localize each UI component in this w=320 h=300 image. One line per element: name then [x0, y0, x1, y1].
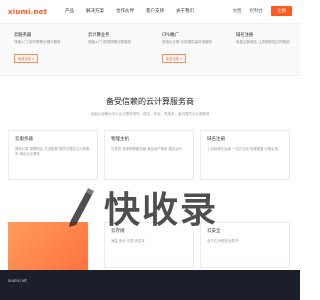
nav-item-partners[interactable]: 合作伙伴 — [116, 8, 134, 14]
nav-item-about[interactable]: 关于我们 — [176, 8, 194, 14]
site-logo[interactable]: xiumi.net — [8, 8, 47, 16]
doc-link[interactable]: 文档 — [233, 8, 242, 14]
register-button[interactable]: 注册 — [271, 6, 292, 16]
product-title: 云服务器 — [15, 137, 33, 142]
section-title: 备受信赖的云计算服务商 — [106, 97, 194, 106]
section-subtitle: 全面云战略为中小企业提供领先、稳定、安全、低成本、高可靠的云计算服务 — [90, 112, 210, 116]
product-title: 域名注册 — [207, 137, 225, 142]
product-desc: 弹性计算 按需购买 灵活配置 提供可靠的云计算服务 满足企业需求 — [15, 147, 90, 156]
feature-desc: 免费注册域名 让您拥有独立的网站 — [236, 40, 290, 44]
product-title: 物理主机 — [111, 137, 129, 142]
feature-more-button[interactable]: 免费试用 > — [162, 53, 187, 63]
feature-card[interactable]: CPU推广 采用云计算 为您提供高可用服务 免费试用 > — [162, 32, 218, 64]
feature-card[interactable]: 云计算业务 快速入门 提供按需分配服务 — [88, 32, 144, 45]
nav-item-solutions[interactable]: 解决方案 — [86, 8, 104, 14]
product-desc: 可靠的 独享物理服务器 满足用户需求 稳定运行 — [111, 147, 183, 151]
nav-item-support[interactable]: 客户支持 — [146, 8, 164, 14]
header-actions: 文档 控制台 注册 — [233, 6, 292, 16]
feature-desc: 快速入门 即可享受价格与服务 — [14, 40, 61, 44]
product-desc: 全方位 网络安全防护 — [207, 239, 239, 243]
product-card[interactable]: 物理主机 可靠的 独享物理服务器 满足用户需求 稳定运行 — [104, 130, 194, 180]
console-link[interactable]: 控制台 — [250, 8, 264, 14]
watermark: 快收录 — [64, 182, 264, 232]
feature-desc: 快速入门 提供按需分配服务 — [88, 40, 132, 44]
feature-title: CPU推广 — [162, 33, 180, 38]
product-desc: 上百种域名后缀 一站式注册 快速便捷 价格实惠 — [207, 147, 279, 151]
nav-item-products[interactable]: 产品 — [65, 8, 74, 14]
top-header: xiumi.net 产品 解决方案 合作伙伴 客户支持 关于我们 文档 控制台 … — [0, 0, 300, 24]
footer-label: xiumi.net — [8, 278, 27, 283]
product-desc: 海量 安全 可靠 低成本 — [111, 239, 145, 243]
feature-strip: 云服务器 快速入门 即可享受价格与服务 免费试用 > 云计算业务 快速入门 提供… — [0, 24, 300, 76]
feature-title: 域名注册 — [236, 33, 254, 38]
feature-card[interactable]: 云服务器 快速入门 即可享受价格与服务 免费试用 > — [14, 32, 70, 64]
pen-icon — [64, 186, 96, 228]
feature-title: 云服务器 — [14, 33, 32, 38]
feature-desc: 采用云计算 为您提供高可用服务 — [162, 40, 213, 44]
footer — [0, 270, 300, 300]
feature-card[interactable]: 域名注册 免费注册域名 让您拥有独立的网站 — [236, 32, 292, 45]
product-card[interactable]: 域名注册 上百种域名后缀 一站式注册 快速便捷 价格实惠 — [200, 130, 290, 180]
watermark-text: 快收录 — [104, 190, 219, 231]
feature-more-button[interactable]: 免费试用 > — [14, 53, 39, 63]
main-nav: 产品 解决方案 合作伙伴 客户支持 关于我们 — [65, 8, 194, 14]
feature-title: 云计算业务 — [88, 33, 110, 38]
product-card[interactable]: 云服务器 弹性计算 按需购买 灵活配置 提供可靠的云计算服务 满足企业需求 — [8, 130, 98, 180]
